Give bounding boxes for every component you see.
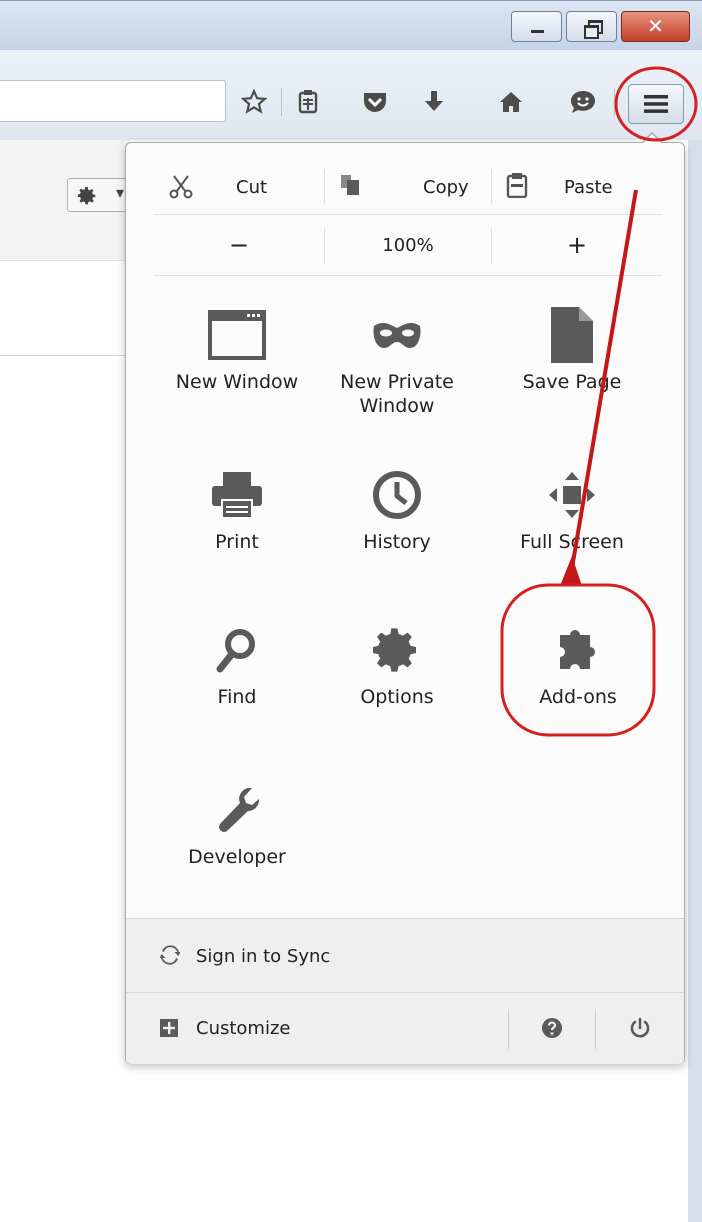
power-icon <box>630 1017 650 1038</box>
options-button[interactable]: Options <box>317 615 477 709</box>
fullscreen-arrows-icon <box>492 460 652 530</box>
zoom-out-button[interactable]: − <box>154 215 324 275</box>
options-gear-icon <box>317 615 477 685</box>
download-icon[interactable] <box>416 84 452 120</box>
bookmark-star-icon[interactable] <box>236 84 272 120</box>
window-titlebar: ✕ <box>0 0 702 51</box>
developer-wrench-icon <box>157 775 317 845</box>
private-mask-icon <box>317 300 477 370</box>
zoom-controls-row: − 100% + <box>154 215 662 276</box>
zoom-reset-button[interactable]: 100% <box>325 215 491 275</box>
minimize-icon <box>531 30 544 33</box>
paste-label: Paste <box>564 176 613 198</box>
history-button[interactable]: History <box>317 460 477 554</box>
find-magnifier-icon <box>157 615 317 685</box>
cut-button[interactable]: Cut <box>154 160 324 214</box>
zoom-in-button[interactable]: + <box>492 215 662 275</box>
new-window-icon <box>157 300 317 370</box>
quit-button[interactable] <box>596 993 684 1064</box>
close-window-button[interactable]: ✕ <box>621 11 690 42</box>
save-page-button[interactable]: Save Page <box>492 300 652 394</box>
sync-icon <box>160 945 180 965</box>
scrollbar-track[interactable] <box>688 140 702 1222</box>
new-window-button[interactable]: New Window <box>157 300 317 394</box>
customize-label: Customize <box>196 1018 291 1039</box>
cut-label: Cut <box>236 176 268 198</box>
sync-label: Sign in to Sync <box>196 945 331 967</box>
help-question-icon <box>542 1018 562 1038</box>
full-screen-button[interactable]: Full Screen <box>492 460 652 554</box>
save-page-icon <box>492 300 652 370</box>
history-clock-icon <box>317 460 477 530</box>
paste-clipboard-icon <box>506 173 528 198</box>
new-private-window-button[interactable]: New Private Window <box>317 300 477 418</box>
open-menu-button[interactable] <box>628 84 684 124</box>
gear-icon <box>77 186 96 205</box>
restore-button[interactable] <box>566 11 617 42</box>
print-button[interactable]: Print <box>157 460 317 554</box>
add-plus-icon <box>160 1019 178 1037</box>
url-bar[interactable] <box>0 80 226 122</box>
addons-button[interactable]: Add-ons <box>498 615 658 709</box>
home-icon[interactable] <box>493 84 529 120</box>
help-button[interactable] <box>509 993 595 1064</box>
customize-footer: Customize <box>126 992 684 1064</box>
scissors-icon <box>169 175 193 199</box>
page-gear-button[interactable]: ▾ <box>67 178 127 212</box>
print-icon <box>157 460 317 530</box>
edit-controls-row: Cut Copy Paste <box>154 160 662 215</box>
copy-icon <box>341 175 359 195</box>
hello-chat-icon[interactable] <box>565 84 601 120</box>
minimize-button[interactable] <box>511 11 562 42</box>
copy-label: Copy <box>423 176 469 198</box>
sign-in-to-sync-button[interactable]: Sign in to Sync <box>126 918 684 993</box>
addons-puzzle-icon <box>498 615 658 685</box>
reading-list-icon[interactable] <box>290 84 326 120</box>
copy-button[interactable]: Copy <box>325 160 491 214</box>
close-icon: ✕ <box>647 14 664 38</box>
pocket-icon[interactable] <box>357 84 393 120</box>
customize-button[interactable]: Customize <box>126 993 506 1064</box>
developer-button[interactable]: Developer <box>157 775 317 869</box>
hamburger-menu-icon <box>644 95 668 113</box>
paste-button[interactable]: Paste <box>492 160 662 214</box>
find-button[interactable]: Find <box>157 615 317 709</box>
